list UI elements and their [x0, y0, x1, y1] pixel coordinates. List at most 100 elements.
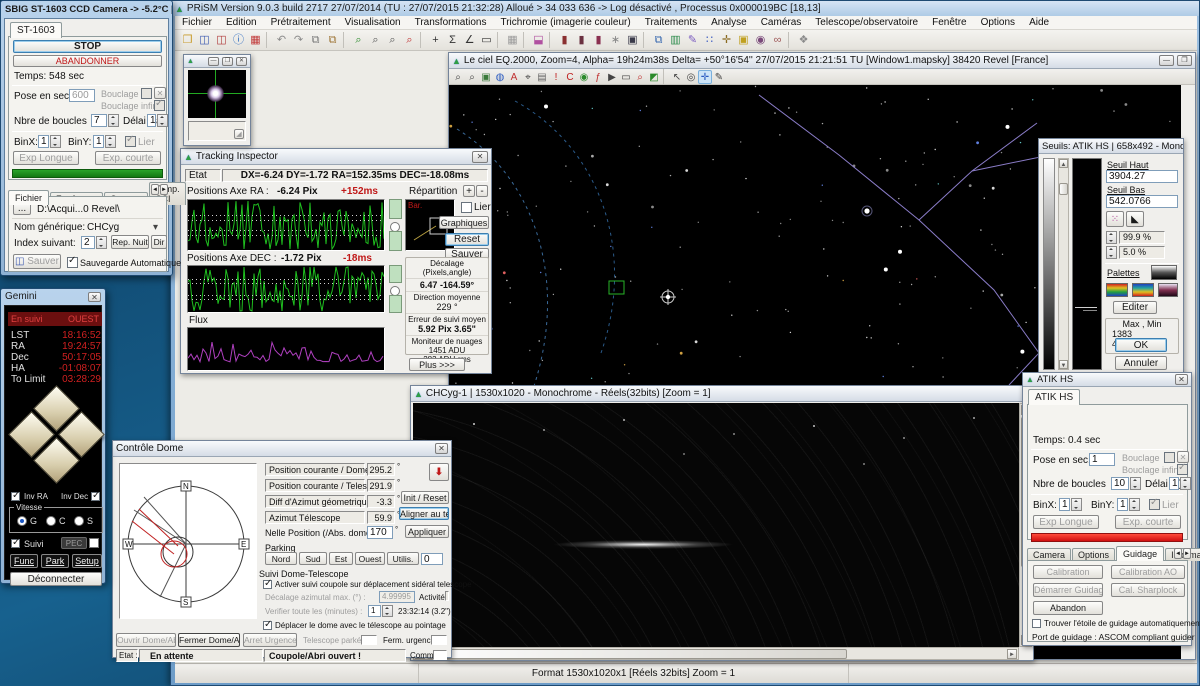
ok-button[interactable]: OK — [1115, 338, 1167, 352]
setup-button[interactable]: Setup — [72, 554, 102, 568]
atik-exp-longue-button[interactable]: Exp Longue — [1033, 515, 1099, 529]
abandonner-button[interactable]: ABANDONNER — [13, 55, 162, 67]
rotate-icon[interactable]: C — [563, 70, 577, 84]
menu-cam-ras[interactable]: Caméras — [754, 17, 809, 28]
editer-button[interactable]: Editer — [1113, 301, 1157, 314]
zoom-minus-button[interactable]: - — [476, 185, 488, 197]
park-button[interactable]: Park — [41, 554, 69, 568]
func-button[interactable]: Func — [10, 554, 38, 568]
deconnecter-button[interactable]: Déconnecter — [10, 572, 102, 586]
sbig-bouclage-infini-checkbox[interactable] — [154, 100, 165, 111]
speed-g-radio[interactable] — [17, 516, 27, 526]
atik-close-button[interactable]: ✕ — [1175, 374, 1188, 385]
save-icon[interactable]: ◫ — [196, 32, 213, 48]
copy-image-icon[interactable]: ⧉ — [307, 32, 324, 48]
eye-icon[interactable]: ◉ — [577, 70, 591, 84]
menu-edition[interactable]: Edition — [219, 17, 264, 28]
zoom-plus-button[interactable]: + — [463, 185, 475, 197]
chcyg-titlebar[interactable]: ▲ CHCyg-1 | 1530x1020 - Monochrome - Rée… — [411, 386, 1033, 402]
image-overlay-icon[interactable]: ▣ — [479, 70, 493, 84]
tracking-close-button[interactable]: ✕ — [472, 151, 488, 163]
seuil-bas-field[interactable]: 542.0766 — [1106, 195, 1178, 208]
prism-titlebar[interactable]: ▲ PRiSM Version 9.0.3 build 2717 27/07/2… — [171, 1, 1199, 16]
palette-rainbow-1[interactable] — [1106, 283, 1128, 297]
alert-icon[interactable]: ! — [549, 70, 563, 84]
atik-titlebar[interactable]: ▲ ATIK HS ✕ — [1023, 373, 1191, 387]
find-icon[interactable]: ⌕ — [633, 70, 647, 84]
cal-sharplock-button[interactable]: Cal. Sharplock — [1111, 583, 1185, 597]
tracking-titlebar[interactable]: ▲ Tracking Inspector ✕ — [181, 149, 491, 165]
autosave-checkbox[interactable] — [67, 257, 78, 268]
atik-tab-scroll-right[interactable]: ► — [1183, 548, 1191, 559]
atik-biny-field[interactable]: 1 — [1117, 498, 1128, 511]
menu-transformations[interactable]: Transformations — [408, 17, 494, 28]
calibration-ao-button[interactable]: Calibration AO — [1111, 565, 1185, 579]
sky-minimize-button[interactable]: — — [1159, 55, 1174, 66]
triangle-stretch-button[interactable]: ◣ — [1126, 211, 1144, 227]
parking-sud-button[interactable]: Sud — [299, 552, 327, 565]
dark-image-icon[interactable]: ▣ — [624, 32, 641, 48]
sbig-binx-field[interactable]: 1 — [38, 135, 49, 148]
sbig-bouclage-checkbox[interactable] — [141, 88, 152, 99]
atik-main-tab[interactable]: ATIK HS — [1028, 389, 1080, 405]
sbig-tab-fichier[interactable]: Fichier — [8, 190, 49, 205]
chcyg-hscrollbar[interactable]: ◄ ► — [413, 647, 1019, 660]
draw-icon[interactable]: ✎ — [684, 32, 701, 48]
sbig-exp-longue-button[interactable]: Exp Longue — [13, 151, 79, 165]
suivi-checkbox[interactable] — [11, 539, 20, 548]
atik-delai-field[interactable]: 1 — [1169, 477, 1179, 490]
inv-dec-checkbox[interactable] — [91, 492, 100, 501]
pec-button[interactable]: PEC — [61, 537, 87, 549]
aligner-button[interactable]: Aligner au tel. — [399, 507, 449, 520]
nom-dropdown-icon[interactable]: ▾ — [153, 222, 158, 233]
menu-analyse[interactable]: Analyse — [704, 17, 754, 28]
sky-restore-button[interactable]: ❐ — [1177, 55, 1192, 66]
zoom-reset-icon[interactable]: ⌕ — [401, 32, 418, 48]
sbig-exp-courte-button[interactable]: Exp. courte — [95, 151, 161, 165]
labels-icon[interactable]: A — [507, 70, 521, 84]
atik-tab-guidage[interactable]: Guidage — [1116, 546, 1164, 561]
parking-nord-button[interactable]: Nord — [265, 552, 297, 565]
menu-aide[interactable]: Aide — [1022, 17, 1056, 28]
nelle-position-field[interactable]: 170 — [367, 526, 393, 539]
star-image-icon[interactable]: ▣ — [735, 32, 752, 48]
demarrer-guidage-button[interactable]: Démarrer Guidage — [1033, 583, 1103, 597]
menu-fichier[interactable]: Fichier — [175, 17, 219, 28]
atik-bouclage-infini-checkbox[interactable] — [1177, 464, 1188, 475]
palette-rainbow-2[interactable] — [1132, 283, 1154, 297]
menu-pr-traitement[interactable]: Prétraitement — [264, 17, 338, 28]
parking-est-button[interactable]: Est — [329, 552, 353, 565]
sbig-main-tab[interactable]: ST-1603 — [10, 22, 62, 38]
rep-nuit-button[interactable]: Rep. Nuit — [111, 235, 149, 249]
arret-urgence-button[interactable]: Arret Urgence — [243, 633, 297, 647]
verifier-field[interactable]: 1 — [368, 605, 381, 617]
sbig-delai-field[interactable]: 1 — [147, 114, 156, 127]
open-folder-icon[interactable]: ❒ — [179, 32, 196, 48]
flat-frame-icon[interactable]: ▮ — [590, 32, 607, 48]
stop-button[interactable]: STOP — [13, 40, 162, 53]
dome-titlebar[interactable]: Contrôle Dome ✕ — [113, 441, 451, 457]
annuler-button[interactable]: Annuler — [1115, 356, 1167, 370]
image-pair-icon[interactable]: ⧉ — [650, 32, 667, 48]
graphiques-button[interactable]: Graphiques — [439, 216, 489, 229]
ra-slider[interactable] — [389, 199, 402, 251]
sauver-button[interactable]: ◫ Sauver — [13, 254, 61, 269]
paste-image-icon[interactable]: ⧉ — [324, 32, 341, 48]
menu-traitements[interactable]: Traitements — [638, 17, 704, 28]
guide-close-button[interactable]: ✕ — [236, 57, 247, 66]
binoculars-icon[interactable]: ◎ — [684, 70, 698, 84]
align-points-icon[interactable]: ∷ — [701, 32, 718, 48]
zoom-in-icon[interactable]: ⌕ — [465, 70, 479, 84]
redo-icon[interactable]: ↷ — [290, 32, 307, 48]
globe-icon[interactable]: ◍ — [493, 70, 507, 84]
gemini-close-button[interactable]: ✕ — [88, 292, 101, 302]
measure-pen-icon[interactable]: ✎ — [712, 70, 726, 84]
telescope-goto-icon[interactable]: ⌖ — [521, 70, 535, 84]
dir-button[interactable]: Dir — [151, 235, 167, 249]
frame-icon[interactable]: ▭ — [619, 70, 633, 84]
atik-bouclage-checkbox[interactable] — [1164, 452, 1175, 463]
appliquer-button[interactable]: Appliquer — [405, 525, 449, 538]
threshold-scrollbar[interactable]: ▲ ▼ — [1058, 158, 1069, 370]
zoom-image-icon[interactable]: ⌕ — [350, 32, 367, 48]
seuils-titlebar[interactable]: Seuils: ATIK HS | 658x492 - Monoch... — [1039, 139, 1183, 154]
